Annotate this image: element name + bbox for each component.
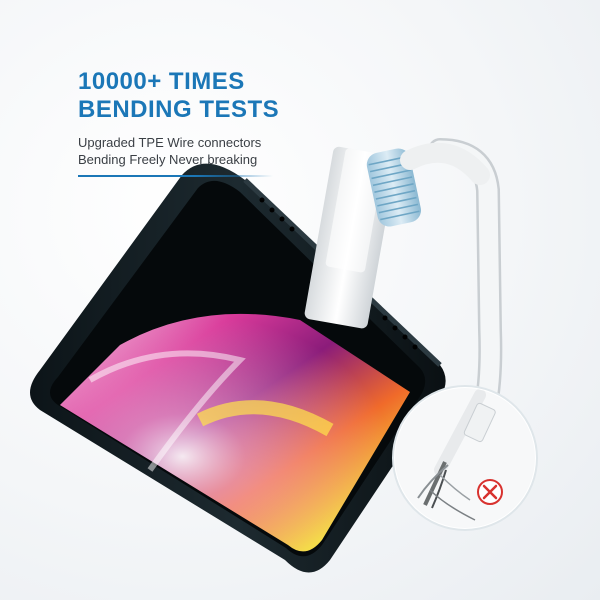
damaged-cable-inset bbox=[392, 385, 538, 531]
product-banner: 10000+ TIMES BENDING TESTS Upgraded TPE … bbox=[0, 0, 600, 600]
strain-relief-spring bbox=[366, 142, 490, 227]
subtext-line-2: Bending Freely Never breaking bbox=[78, 152, 258, 167]
x-mark-icon bbox=[477, 479, 503, 505]
subtext-line-1: Upgraded TPE Wire connectors bbox=[78, 135, 262, 150]
headline-line-1: 10000+ TIMES bbox=[78, 68, 245, 95]
headline: 10000+ TIMES BENDING TESTS bbox=[78, 68, 378, 124]
accent-divider bbox=[78, 175, 273, 177]
subtext: Upgraded TPE Wire connectors Bending Fre… bbox=[78, 134, 338, 168]
headline-line-2: BENDING TESTS bbox=[78, 96, 280, 123]
